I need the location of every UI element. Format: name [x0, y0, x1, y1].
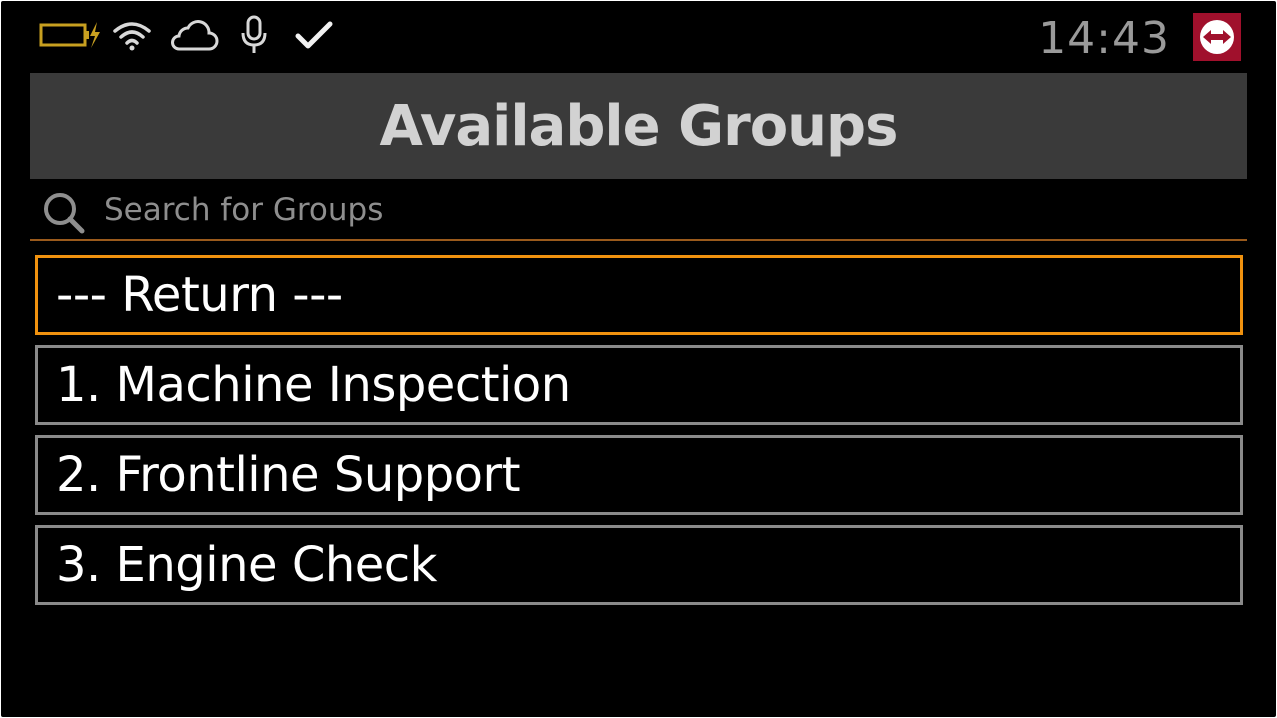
list-item-label: --- Return ---: [56, 267, 343, 323]
list-item-frontline-support[interactable]: 2. Frontline Support: [35, 435, 1243, 515]
wifi-icon: [111, 15, 153, 55]
status-clock: 14:43: [1038, 13, 1170, 64]
battery-charging-icon: [39, 15, 101, 55]
list-item-machine-inspection[interactable]: 1. Machine Inspection: [35, 345, 1243, 425]
list-item-label: 3. Engine Check: [56, 537, 437, 593]
list-item-label: 2. Frontline Support: [56, 447, 521, 503]
cloud-icon: [167, 15, 219, 55]
teamviewer-icon[interactable]: [1193, 13, 1241, 61]
list-item-engine-check[interactable]: 3. Engine Check: [35, 525, 1243, 605]
group-list: --- Return --- 1. Machine Inspection 2. …: [35, 255, 1243, 615]
list-item-label: 1. Machine Inspection: [56, 357, 571, 413]
list-item-return[interactable]: --- Return ---: [35, 255, 1243, 335]
check-icon: [293, 15, 335, 55]
header-bar: Available Groups: [30, 73, 1247, 179]
search-icon: [42, 191, 86, 235]
search-input[interactable]: [104, 187, 1224, 233]
device-screen: 14:43 Available Groups --- Return --- 1.…: [1, 1, 1276, 717]
search-bar: [30, 181, 1247, 241]
microphone-icon: [236, 15, 272, 55]
status-bar: 14:43: [1, 1, 1276, 71]
page-title: Available Groups: [379, 93, 899, 159]
